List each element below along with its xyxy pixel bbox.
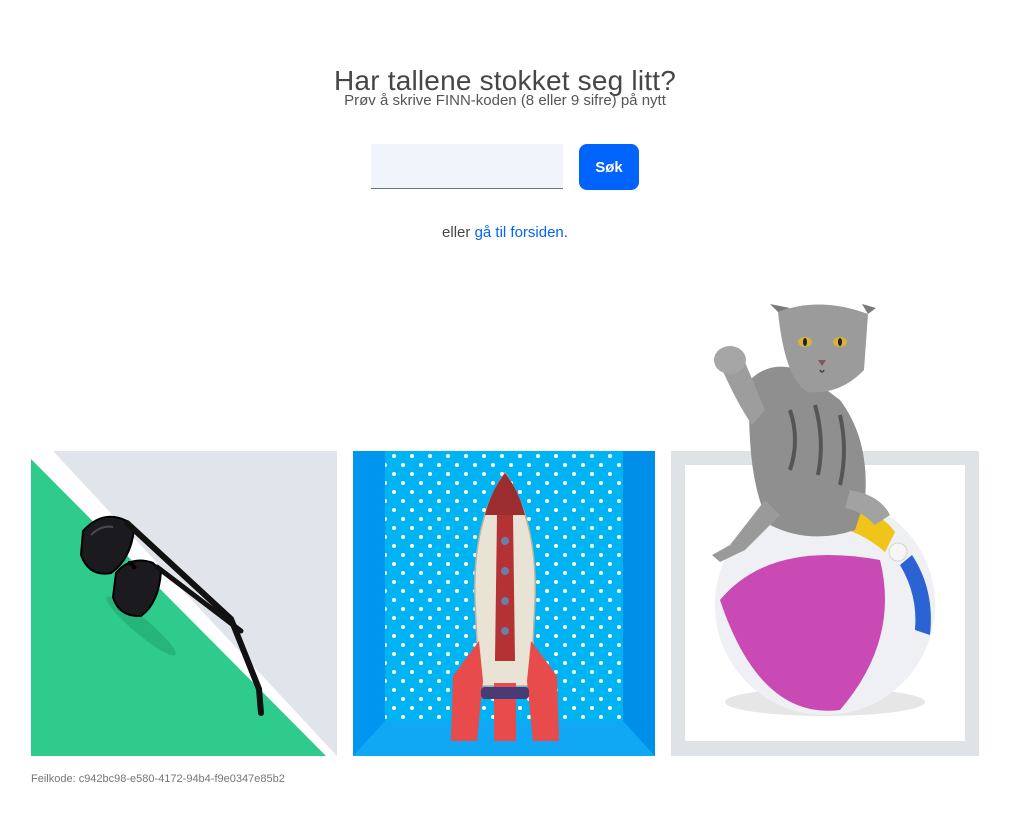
- frontpage-link[interactable]: gå til forsiden: [475, 224, 564, 241]
- search-button[interactable]: Søk: [579, 144, 639, 190]
- rocket-illustration: [353, 451, 655, 756]
- alternative-suffix: .: [563, 224, 568, 241]
- cat-on-ball: [690, 300, 950, 750]
- sunglasses-illustration: [31, 451, 337, 756]
- error-code: Feilkode: c942bc98-e580-4172-94b4-f9e034…: [31, 773, 285, 785]
- page-subtitle: Prøv å skrive FINN-koden (8 eller 9 sifr…: [344, 92, 666, 109]
- finn-code-input[interactable]: [371, 144, 563, 189]
- alternative-line: eller gå til forsiden.: [0, 224, 1010, 241]
- alternative-prefix: eller: [442, 224, 475, 241]
